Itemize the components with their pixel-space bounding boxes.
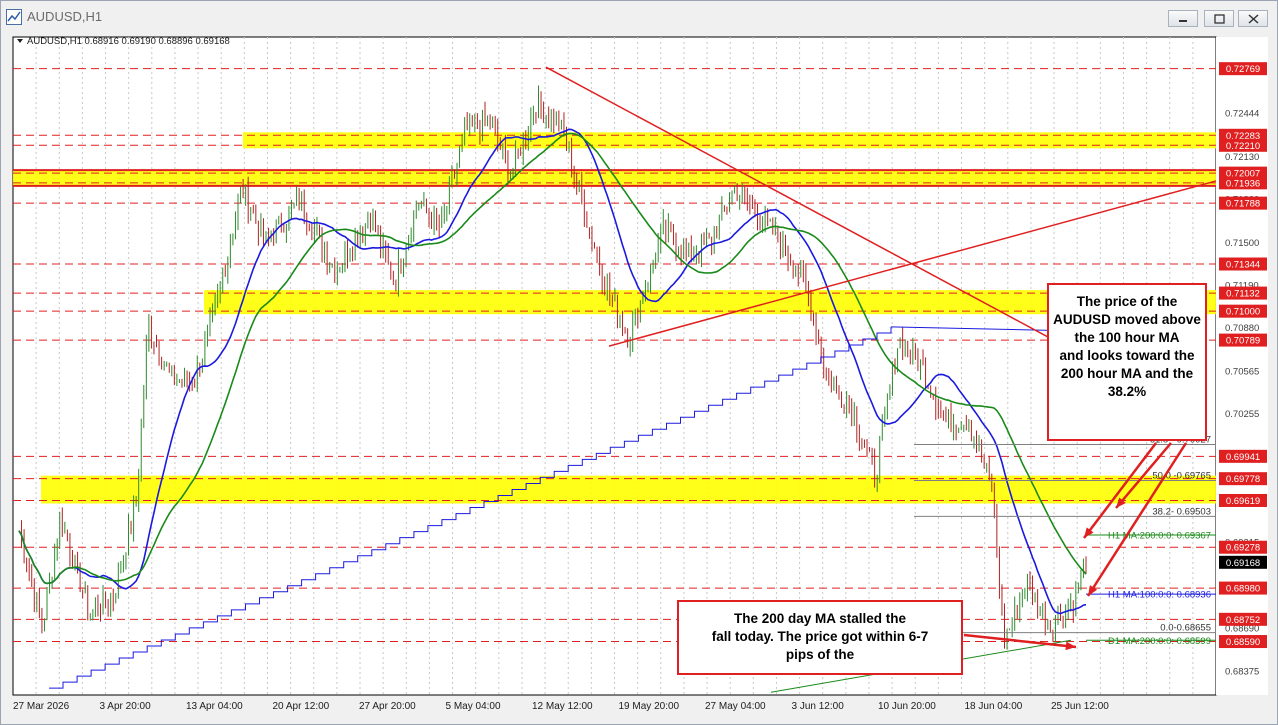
- level-price-label: 0.71788: [1226, 199, 1260, 210]
- y-tick-label: 0.71500: [1225, 238, 1259, 249]
- x-tick-label: 19 May 20:00: [619, 701, 680, 712]
- level-price-label: 0.68590: [1226, 637, 1260, 648]
- x-tick-label: 13 Apr 04:00: [186, 701, 243, 712]
- level-price-label: 0.71344: [1226, 260, 1260, 271]
- level-price-label: 0.71936: [1226, 178, 1260, 189]
- y-tick-label: 0.72130: [1225, 152, 1259, 163]
- y-tick-label: 0.68375: [1225, 667, 1259, 678]
- y-tick-label: 0.70565: [1225, 366, 1259, 377]
- symbol-header: AUDUSD,H1 0.68916 0.69190 0.68896 0.6916…: [27, 36, 230, 47]
- price-chart[interactable]: 61.8 - 0.7002750.0 -0.6976538.2- 0.69503…: [11, 33, 1275, 713]
- chart-area[interactable]: 61.8 - 0.7002750.0 -0.6976538.2- 0.69503…: [11, 33, 1275, 713]
- y-tick-label: 0.72444: [1225, 109, 1259, 120]
- current-price-label: 0.69168: [1226, 558, 1260, 569]
- chart-app-icon: [6, 9, 22, 25]
- x-tick-label: 27 Apr 20:00: [359, 701, 416, 712]
- x-tick-label: 12 May 12:00: [532, 701, 593, 712]
- close-button[interactable]: [1238, 10, 1268, 27]
- support-resistance-zone: [13, 170, 1216, 186]
- level-price-label: 0.70789: [1226, 336, 1260, 347]
- annotation-bottom: The 200 day MA stalled the fall today. Th…: [677, 600, 963, 675]
- close-icon: [1248, 14, 1259, 24]
- restore-icon: [1214, 14, 1225, 24]
- minimize-button[interactable]: [1168, 10, 1198, 27]
- support-resistance-zone: [243, 132, 1216, 149]
- x-tick-label: 27 May 04:00: [705, 701, 766, 712]
- level-price-label: 0.71000: [1226, 307, 1260, 318]
- restore-button[interactable]: [1204, 10, 1234, 27]
- fib-level-label: 0.0-0.68655: [1160, 623, 1211, 634]
- x-tick-label: 20 Apr 12:00: [273, 701, 330, 712]
- level-price-label: 0.69778: [1226, 474, 1260, 485]
- x-tick-label: 3 Jun 12:00: [792, 701, 845, 712]
- level-price-label: 0.71132: [1226, 289, 1260, 300]
- chart-window: AUDUSD,H1 61.8 - 0.7002750.0 -0.6976538.…: [0, 0, 1278, 725]
- x-tick-label: 10 Jun 20:00: [878, 701, 936, 712]
- x-tick-label: 25 Jun 12:00: [1051, 701, 1109, 712]
- fib-level-label: 38.2- 0.69503: [1152, 506, 1211, 517]
- level-price-label: 0.72769: [1226, 64, 1260, 75]
- level-price-label: 0.69278: [1226, 543, 1260, 554]
- window-titlebar[interactable]: AUDUSD,H1: [1, 1, 1277, 33]
- x-tick-label: 27 Mar 2026: [13, 701, 70, 712]
- minimize-icon: [1179, 20, 1187, 22]
- x-tick-label: 3 Apr 20:00: [100, 701, 152, 712]
- window-title: AUDUSD,H1: [27, 9, 103, 24]
- y-tick-label: 0.70255: [1225, 409, 1259, 420]
- x-tick-label: 5 May 04:00: [446, 701, 501, 712]
- ma-label: D1 MA:200:0:0: 0.68599: [1108, 636, 1211, 647]
- level-price-label: 0.68752: [1226, 615, 1260, 626]
- level-price-label: 0.68980: [1226, 584, 1260, 595]
- x-tick-label: 18 Jun 04:00: [965, 701, 1023, 712]
- level-price-label: 0.69619: [1226, 496, 1260, 507]
- level-price-label: 0.72210: [1226, 141, 1260, 152]
- level-price-label: 0.69941: [1226, 452, 1260, 463]
- y-tick-label: 0.70880: [1225, 323, 1259, 334]
- annotation-top: The price of the AUDUSD moved above the 10…: [1047, 283, 1207, 441]
- ma-label: H1 MA:100:0:0: 0.68936: [1108, 590, 1211, 601]
